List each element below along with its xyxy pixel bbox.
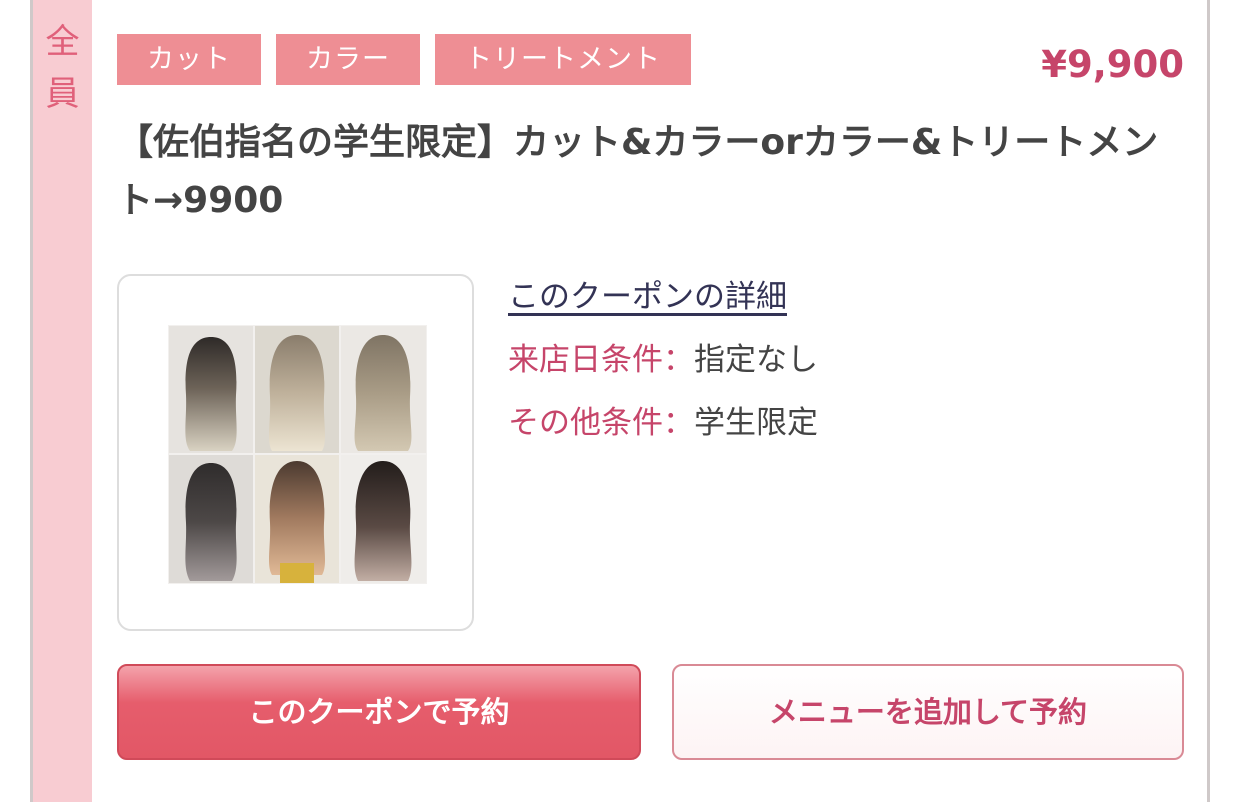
condition-key: 来店日条件： (508, 342, 694, 378)
reserve-with-coupon-button[interactable]: このクーポンで予約 (117, 664, 641, 760)
hair-collage-image (168, 325, 427, 584)
other-condition: その他条件：学生限定 (508, 400, 818, 446)
tag-treatment: トリートメント (435, 34, 691, 85)
condition-key: その他条件： (508, 405, 694, 441)
coupon-title: 【佐伯指名の学生限定】カット&カラーorカラー&トリートメント→9900 (117, 122, 1159, 221)
coupon-detail-link[interactable]: このクーポンの詳細 (508, 274, 787, 320)
audience-strip: 全 員 (33, 0, 92, 802)
audience-char: 員 (45, 74, 80, 114)
condition-value: 学生限定 (694, 405, 818, 441)
coupon-price: ¥9,900 (1041, 43, 1184, 86)
menu-tags: カット カラー トリートメント (117, 34, 691, 85)
tag-cut: カット (117, 34, 261, 85)
audience-char: 全 (45, 22, 80, 62)
add-menu-reserve-button[interactable]: メニューを追加して予約 (672, 664, 1184, 760)
coupon-card: 全 員 カット カラー トリートメント ¥9,900 【佐伯指名の学生限定】カッ… (0, 0, 1242, 802)
visit-date-condition: 来店日条件：指定なし (508, 337, 818, 383)
audience-label: 全 員 (33, 16, 92, 120)
card-right-border (1207, 0, 1210, 802)
tag-color: カラー (276, 34, 420, 85)
coupon-thumbnail[interactable] (117, 274, 474, 631)
condition-value: 指定なし (694, 342, 818, 378)
